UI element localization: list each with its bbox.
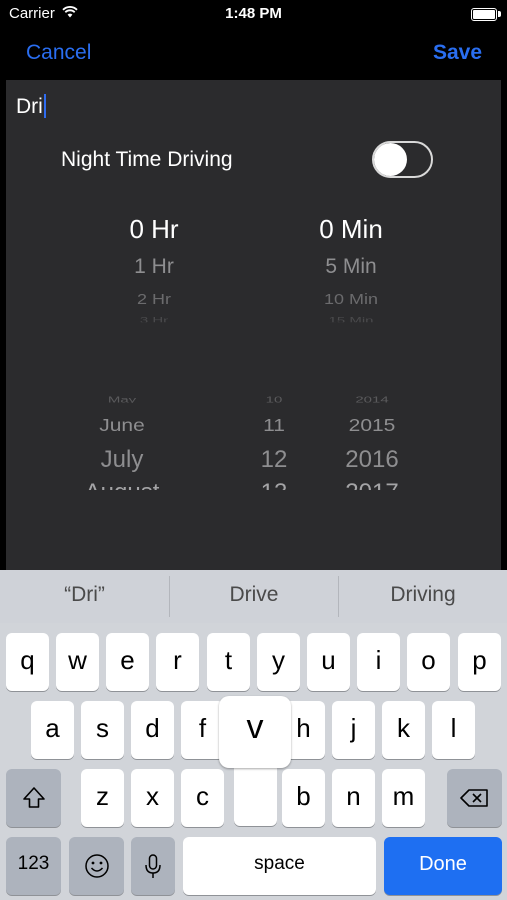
key-c[interactable]: c — [181, 769, 224, 827]
suggestion-bar: “Dri” Drive Driving — [0, 570, 507, 623]
key-s[interactable]: s — [81, 701, 124, 759]
key-t[interactable]: t — [207, 633, 250, 691]
battery-icon — [471, 8, 497, 21]
text-caret — [43, 94, 46, 118]
emoji-key[interactable] — [69, 837, 124, 895]
key-y[interactable]: y — [257, 633, 300, 691]
key-m[interactable]: m — [382, 769, 425, 827]
key-k[interactable]: k — [382, 701, 425, 759]
month-option[interactable]: August — [72, 479, 172, 490]
shift-key[interactable] — [6, 769, 61, 827]
key-b[interactable]: b — [282, 769, 325, 827]
year-option[interactable]: 2015 — [322, 416, 422, 436]
dictation-key[interactable] — [131, 837, 175, 895]
key-r[interactable]: r — [156, 633, 199, 691]
cancel-button[interactable]: Cancel — [26, 41, 91, 65]
minutes-option[interactable]: 5 Min — [291, 255, 411, 279]
key-j[interactable]: j — [332, 701, 375, 759]
emoji-icon — [84, 854, 109, 878]
month-option[interactable]: June — [72, 416, 172, 436]
key-x[interactable]: x — [131, 769, 174, 827]
day-option[interactable]: 11 — [244, 416, 304, 436]
key-d[interactable]: d — [131, 701, 174, 759]
suggestion-item[interactable]: “Dri” — [0, 570, 169, 623]
key-q[interactable]: q — [6, 633, 49, 691]
key-n[interactable]: n — [332, 769, 375, 827]
space-key[interactable]: space — [183, 837, 376, 895]
night-driving-label: Night Time Driving — [61, 148, 233, 171]
year-option[interactable]: 2014 — [322, 395, 422, 403]
key-l[interactable]: l — [432, 701, 475, 759]
month-option[interactable]: July — [72, 446, 172, 474]
hours-option[interactable]: 1 Hr — [104, 255, 204, 279]
minutes-option[interactable]: 15 Min — [291, 316, 411, 323]
save-button[interactable]: Save — [433, 41, 482, 65]
key-w[interactable]: w — [56, 633, 99, 691]
day-option[interactable]: 13 — [244, 479, 304, 490]
day-option[interactable]: 10 — [244, 395, 304, 403]
key-popup-letter: v — [246, 708, 264, 746]
key-z[interactable]: z — [81, 769, 124, 827]
key-o[interactable]: o — [407, 633, 450, 691]
key-a[interactable]: a — [31, 701, 74, 759]
nav-bar: Cancel Save — [0, 28, 507, 78]
clock: 1:48 PM — [225, 5, 282, 22]
month-option[interactable]: May — [72, 395, 172, 403]
key-e[interactable]: e — [106, 633, 149, 691]
battery-nub — [498, 11, 501, 17]
suggestion-item[interactable]: Drive — [170, 570, 338, 623]
title-input-text: Dri — [16, 95, 43, 118]
numbers-key[interactable]: 123 — [6, 837, 61, 895]
backspace-icon — [459, 789, 488, 807]
key-u[interactable]: u — [307, 633, 350, 691]
entry-panel: Dri Night Time Driving — [6, 80, 501, 570]
delete-key[interactable] — [447, 769, 502, 827]
title-input[interactable]: Dri — [16, 94, 46, 119]
suggestion-item[interactable]: Driving — [339, 570, 507, 623]
key-f[interactable]: f — [181, 701, 224, 759]
minutes-selected[interactable]: 0 Min — [291, 214, 411, 245]
minutes-option[interactable]: 10 Min — [291, 291, 411, 308]
night-driving-toggle[interactable] — [372, 141, 433, 178]
hours-option[interactable]: 3 Hr — [104, 316, 204, 323]
key-p[interactable]: p — [458, 633, 501, 691]
key-v[interactable] — [234, 760, 277, 826]
year-option[interactable]: 2017 — [322, 479, 422, 490]
status-bar: Carrier 1:48 PM — [0, 0, 507, 28]
key-i[interactable]: i — [357, 633, 400, 691]
hours-selected[interactable]: 0 Hr — [104, 214, 204, 245]
toggle-knob — [374, 143, 407, 176]
year-option[interactable]: 2016 — [322, 446, 422, 474]
shift-icon — [22, 787, 45, 808]
day-option[interactable]: 12 — [244, 446, 304, 474]
done-key[interactable]: Done — [384, 837, 502, 895]
hours-option[interactable]: 2 Hr — [104, 291, 204, 308]
microphone-icon — [145, 854, 161, 878]
